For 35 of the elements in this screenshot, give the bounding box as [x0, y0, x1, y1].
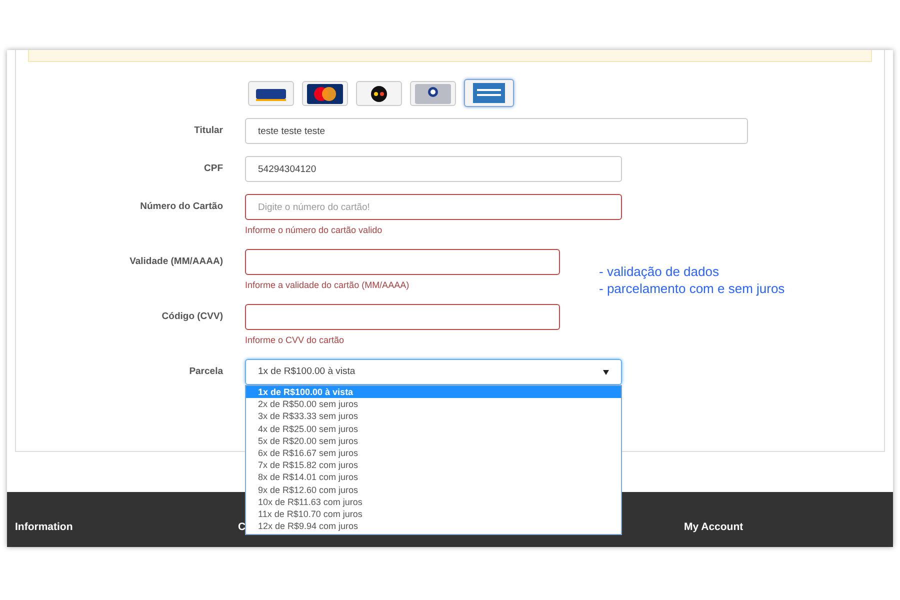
dropdown-option[interactable]: 6x de R$16.67 sem juros — [246, 446, 621, 460]
card-brand-icon[interactable] — [410, 81, 456, 106]
dropdown-option[interactable]: 10x de R$11.63 com juros — [246, 496, 621, 508]
dropdown-option[interactable]: 2x de R$50.00 sem juros — [246, 398, 621, 410]
input-field[interactable] — [245, 304, 560, 330]
error-message: Informe o CVV do cartão — [245, 334, 346, 347]
input-field[interactable] — [245, 249, 560, 275]
card-brand-icon[interactable] — [248, 81, 294, 106]
input-field[interactable]: Digite o número do cartão! — [245, 194, 622, 220]
field-label: Validade (MM/AAAA) — [128, 255, 223, 269]
error-message: Informe a validade do cartão (MM/AAAA) — [245, 279, 410, 292]
field-label: Parcela — [188, 365, 223, 379]
dropdown-option[interactable]: 3x de R$33.33 sem juros — [246, 410, 621, 423]
footer-heading: C — [238, 520, 246, 534]
field-label: Código (CVV) — [160, 310, 223, 324]
footer-heading: My Account — [684, 520, 744, 534]
dropdown-option[interactable]: 11x de R$10.70 com juros — [246, 508, 621, 520]
footer-heading: Information — [15, 520, 73, 534]
dropdown-option[interactable]: 5x de R$20.00 sem juros — [246, 434, 621, 447]
input-field[interactable]: teste teste teste — [245, 118, 748, 144]
annotation-text: - validação de dados — [599, 263, 720, 280]
dropdown-option[interactable]: 4x de R$25.00 sem juros — [246, 422, 621, 435]
dropdown-option[interactable]: 12x de R$9.94 com juros — [246, 520, 621, 532]
input-field[interactable]: 54294304120 — [245, 156, 622, 182]
error-message: Informe o número do cartão valido — [245, 224, 384, 237]
annotation-text: - parcelamento com e sem juros — [599, 280, 785, 297]
field-label: Número do Cartão — [139, 200, 223, 214]
dropdown-option[interactable]: 7x de R$15.82 com juros — [246, 459, 621, 472]
caret-icon — [603, 370, 609, 374]
dropdown-option[interactable]: 8x de R$14.01 com juros — [246, 471, 621, 484]
card-brand-icon[interactable] — [302, 81, 348, 106]
card-brand-icon[interactable] — [356, 81, 402, 106]
field-label: Titular — [193, 124, 223, 138]
field-label: CPF — [203, 162, 223, 176]
dropdown-option[interactable]: 9x de R$12.60 com juros — [246, 484, 621, 496]
